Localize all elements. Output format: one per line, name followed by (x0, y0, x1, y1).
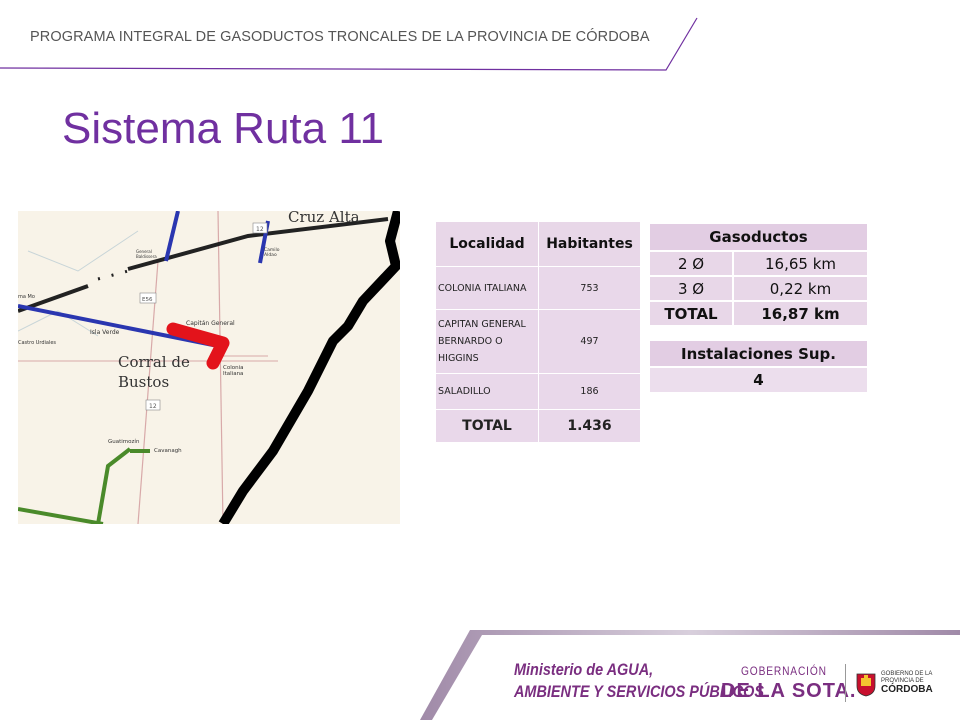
cell-habitantes: 497 (538, 309, 641, 374)
footer-separator (845, 664, 846, 702)
route-map: Cruz Alta Corral de Bustos Capitán Gener… (18, 211, 400, 524)
cell-habitantes: 753 (538, 266, 641, 310)
cell-localidad: SALADILLO (435, 373, 539, 410)
cell-localidad: CAPITAN GENERAL BERNARDO O HIGGINS (435, 309, 539, 374)
cell-diameter: 2 Ø (648, 250, 734, 277)
map-label-capitan: Capitán General (186, 320, 235, 327)
table-row: SALADILLO 186 (435, 373, 641, 410)
col-header-habitantes: Habitantes (538, 221, 641, 267)
map-label-colonia-2: Italiana (223, 371, 243, 377)
map-route-12-b: 12 (149, 403, 157, 410)
installations-header: Instalaciones Sup. (648, 339, 869, 368)
page-title: Sistema Ruta 11 (62, 104, 385, 153)
gobernacion-label: GOBERNACIÓN (741, 664, 827, 678)
gas-pipelines-table: Gasoductos 2 Ø 16,65 km 3 Ø 0,22 km TOTA… (648, 222, 869, 327)
table-row: COLONIA ITALIANA 753 (435, 266, 641, 310)
cell-habitantes: 186 (538, 373, 641, 410)
map-label-bustos: Bustos (118, 373, 169, 391)
cell-localidad: COLONIA ITALIANA (435, 266, 539, 310)
cell-length: 0,22 km (732, 275, 869, 302)
table-row: CAPITAN GENERAL BERNARDO O HIGGINS 497 (435, 309, 641, 374)
table-header-row: Localidad Habitantes (435, 221, 641, 267)
total-label: TOTAL (648, 300, 734, 327)
map-label-isla-verde: Isla Verde (90, 329, 120, 336)
program-header: PROGRAMA INTEGRAL DE GASODUCTOS TRONCALE… (30, 29, 650, 45)
total-value: 16,87 km (732, 300, 869, 327)
map-label-ma: ma Mo (18, 294, 35, 300)
table-row: 3 Ø 0,22 km (648, 275, 869, 302)
gas-table-header: Gasoductos (648, 222, 869, 252)
cell-length: 16,65 km (732, 250, 869, 277)
cell-diameter: 3 Ø (648, 275, 734, 302)
map-label-cruz-alta: Cruz Alta (288, 211, 360, 226)
map-label-camilo-2: Aldao (264, 252, 277, 258)
table-total-row: TOTAL 16,87 km (648, 300, 869, 327)
province-logo-line-1: GOBIERNO DE LA (881, 671, 933, 677)
map-label-cavanagh: Cavanagh (154, 448, 182, 454)
map-label-general-2: Baldissera (136, 254, 157, 259)
de-la-sota-logo: DE LA SOTA. (721, 680, 857, 702)
map-route-12-a: 12 (256, 226, 264, 233)
table-total-row: TOTAL 1.436 (435, 409, 641, 443)
total-value: 1.436 (538, 409, 641, 443)
population-table: Localidad Habitantes COLONIA ITALIANA 75… (435, 221, 641, 443)
installations-value: 4 (648, 366, 869, 394)
province-crest-icon (856, 673, 876, 697)
ministry-logo-line-1: Ministerio de AGUA, (514, 660, 654, 679)
map-label-guatimozin: Guatimozín (108, 438, 140, 445)
table-row: 2 Ø 16,65 km (648, 250, 869, 277)
total-label: TOTAL (435, 409, 539, 443)
map-route-e56: E56 (142, 297, 153, 303)
installations-table: Instalaciones Sup. 4 (648, 339, 869, 394)
province-logo-line-3: CÓRDOBA (881, 684, 933, 695)
map-label-castro: Castro Urdiales (18, 340, 56, 346)
col-header-localidad: Localidad (435, 221, 539, 267)
map-label-corral: Corral de (118, 353, 190, 371)
